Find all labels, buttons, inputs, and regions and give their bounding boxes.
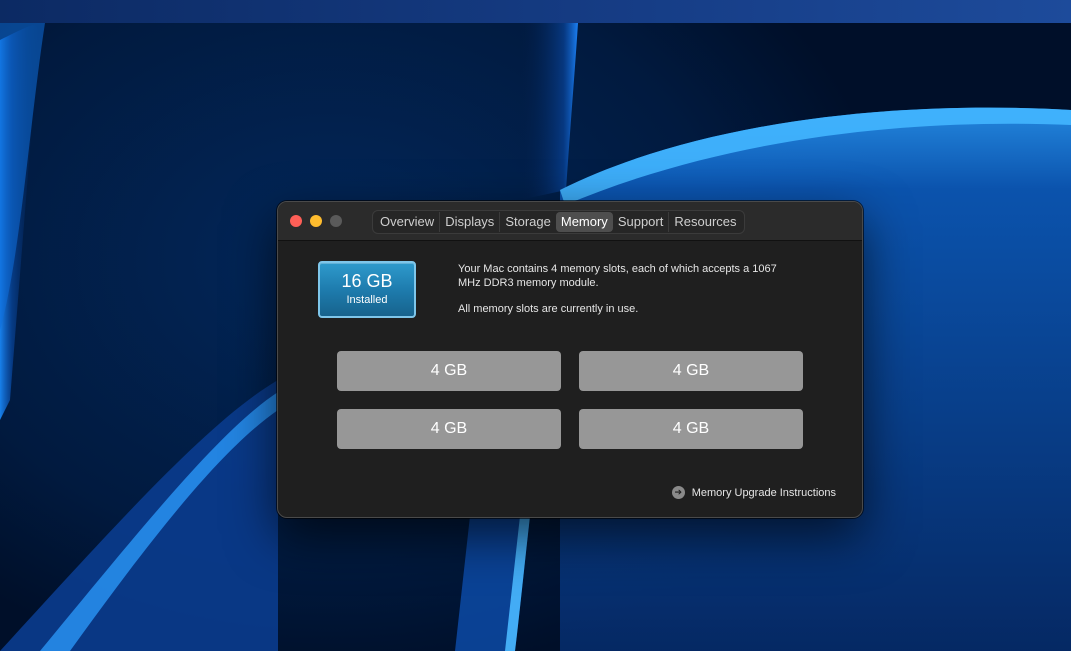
memory-slot-4: 4 GB bbox=[579, 409, 803, 449]
tab-support[interactable]: Support bbox=[613, 212, 669, 232]
memory-upgrade-link[interactable]: ➔ Memory Upgrade Instructions bbox=[671, 486, 836, 499]
installed-memory-badge: 16 GB Installed bbox=[318, 261, 416, 318]
tab-overview[interactable]: Overview bbox=[375, 212, 439, 232]
tab-storage[interactable]: Storage bbox=[499, 212, 556, 232]
memory-slot-1: 4 GB bbox=[337, 351, 561, 391]
tab-displays[interactable]: Displays bbox=[439, 212, 499, 232]
memory-slots-status: All memory slots are currently in use. bbox=[458, 303, 639, 315]
installed-memory-size: 16 GB bbox=[341, 271, 393, 291]
desktop: Overview Displays Storage Memory Support… bbox=[0, 0, 1071, 651]
memory-slots-description: Your Mac contains 4 memory slots, each o… bbox=[458, 263, 777, 289]
memory-description: Your Mac contains 4 memory slots, each o… bbox=[458, 262, 798, 316]
memory-slot-2: 4 GB bbox=[579, 351, 803, 391]
memory-slots-grid: 4 GB 4 GB 4 GB 4 GB bbox=[337, 351, 803, 449]
tab-bar: Overview Displays Storage Memory Support… bbox=[372, 210, 745, 234]
title-bar: Overview Displays Storage Memory Support… bbox=[278, 202, 862, 241]
arrow-right-circle-icon: ➔ bbox=[671, 486, 685, 499]
tab-resources[interactable]: Resources bbox=[668, 212, 741, 232]
installed-memory-label: Installed bbox=[346, 294, 388, 306]
memory-slot-3: 4 GB bbox=[337, 409, 561, 449]
zoom-button[interactable] bbox=[330, 215, 342, 227]
memory-upgrade-label: Memory Upgrade Instructions bbox=[691, 486, 836, 499]
minimize-button[interactable] bbox=[310, 215, 322, 227]
tab-memory[interactable]: Memory bbox=[555, 212, 613, 232]
close-button[interactable] bbox=[290, 215, 302, 227]
about-this-mac-window: Overview Displays Storage Memory Support… bbox=[277, 201, 863, 518]
